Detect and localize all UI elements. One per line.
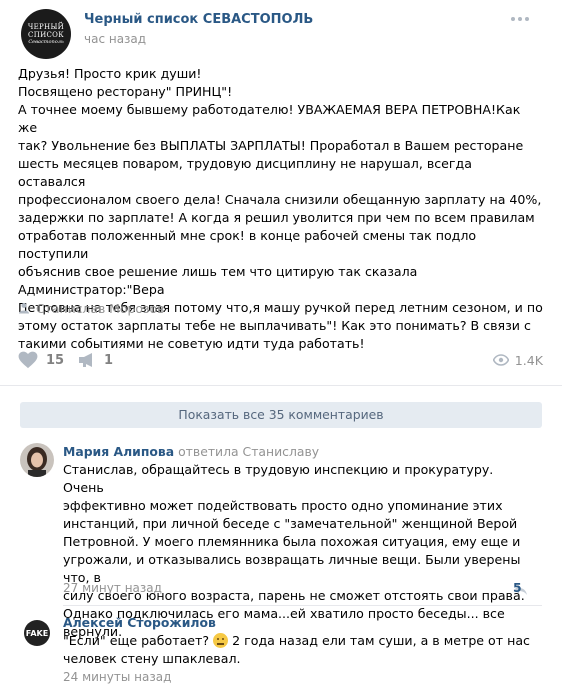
group-name-link[interactable]: Черный список СЕВАСТОПОЛЬ	[84, 12, 313, 27]
comment-text: Станислав, обращайтесь в трудовую инспек…	[63, 461, 538, 641]
more-dots-icon[interactable]	[511, 13, 531, 25]
group-avatar[interactable]: ЧЕРНЫЙ СПИСОК Севастополь	[21, 9, 71, 59]
comment-text-line: Петровной. У моего племянника была похож…	[63, 534, 521, 549]
views-counter: 1.4K	[492, 349, 543, 371]
comment-time-link[interactable]: 24 минуты назад	[63, 670, 171, 684]
avatar-logo-text: FAKE	[26, 629, 48, 638]
comment-like-count: 5	[513, 580, 522, 595]
views-count: 1.4K	[514, 352, 543, 368]
comment-text-line: "Если" еще работает? 2 года назад ели та…	[63, 632, 538, 650]
eye-icon	[492, 354, 509, 366]
group-avatar-line1: ЧЕРНЫЙ	[27, 22, 65, 31]
neutral-face-emoji-icon	[213, 633, 229, 648]
avatar[interactable]: FAKE	[20, 616, 54, 650]
post-text-line: задержки по зарплате! А когда я решил ув…	[18, 210, 535, 225]
divider	[0, 385, 562, 386]
like-count: 15	[46, 352, 65, 368]
comment-text: "Если" еще работает? 2 года назад ели та…	[63, 632, 538, 668]
comment-text-line: Станислав, обращайтесь в трудовую инспек…	[63, 462, 494, 495]
comment-header: Алексей Сторожилов	[63, 615, 216, 630]
heart-icon	[18, 351, 38, 369]
group-avatar-line2: СПИСОК	[28, 30, 64, 39]
post-text-line: А точнее моему бывшему работодателю! УВА…	[18, 102, 525, 135]
share-megaphone-icon	[79, 353, 92, 367]
reply-to-link[interactable]: ответила Станиславу	[178, 444, 319, 459]
show-all-comments-button[interactable]: Показать все 35 комментариев	[20, 402, 542, 428]
post-text-line: отработав положенный мне срок! в конце р…	[18, 228, 481, 261]
comment-text-part: "Если" еще работает?	[63, 633, 210, 648]
like-button[interactable]: 15	[18, 349, 64, 371]
post-text-line: Посвящено ресторану" ПРИНЦ"!	[18, 84, 233, 99]
post-text-line: так? Увольнение без ВЫПЛАТЫ ЗАРПЛАТЫ! Пр…	[18, 138, 524, 153]
post-time-link[interactable]: час назад	[84, 32, 146, 46]
comment-text-line: человек стену шпаклевал.	[63, 651, 241, 666]
post-text-line: Друзья! Просто крик души!	[18, 66, 202, 81]
share-button[interactable]: 1	[78, 349, 113, 371]
comment-time-link[interactable]: 27 минут назад	[63, 581, 162, 595]
comment-header: Мария Алипова ответила Станиславу	[63, 444, 319, 459]
group-avatar-line3: Севастополь	[28, 38, 64, 45]
avatar-photo	[20, 443, 54, 477]
post-text-line: объяснив свое решение лишь тем что цитир…	[18, 264, 422, 297]
signer-name: Станислав Морозов	[36, 300, 165, 316]
comment-text-line: эффективно может подействовать просто од…	[63, 498, 503, 513]
post-text-line: профессионалом своего дела! Сначала сниз…	[18, 192, 542, 207]
comment-author-link[interactable]: Алексей Сторожилов	[63, 615, 216, 630]
comment-text-line: инстанций, при личной беседе с "замечате…	[63, 516, 518, 531]
comment-like-button[interactable]: 5	[508, 580, 522, 595]
post-text-line: шесть месяцев поваром, трудовую дисципли…	[18, 156, 476, 189]
share-count: 1	[104, 352, 114, 368]
post-signer[interactable]: Станислав Морозов	[18, 300, 164, 316]
comment-author-link[interactable]: Мария Алипова	[63, 444, 174, 459]
person-icon	[19, 303, 29, 314]
avatar-logo: FAKE	[20, 616, 54, 650]
post-text-line: этому остаток зарплаты тебе не выплачива…	[18, 318, 531, 333]
avatar[interactable]	[20, 443, 54, 477]
comment-text-part: 2 года назад ели там суши, а в метре от …	[232, 633, 530, 648]
wall-post: ЧЕРНЫЙ СПИСОК Севастополь Черный список …	[0, 0, 562, 684]
divider	[63, 605, 542, 606]
post-actions: 15 1 1.4K	[18, 349, 543, 371]
